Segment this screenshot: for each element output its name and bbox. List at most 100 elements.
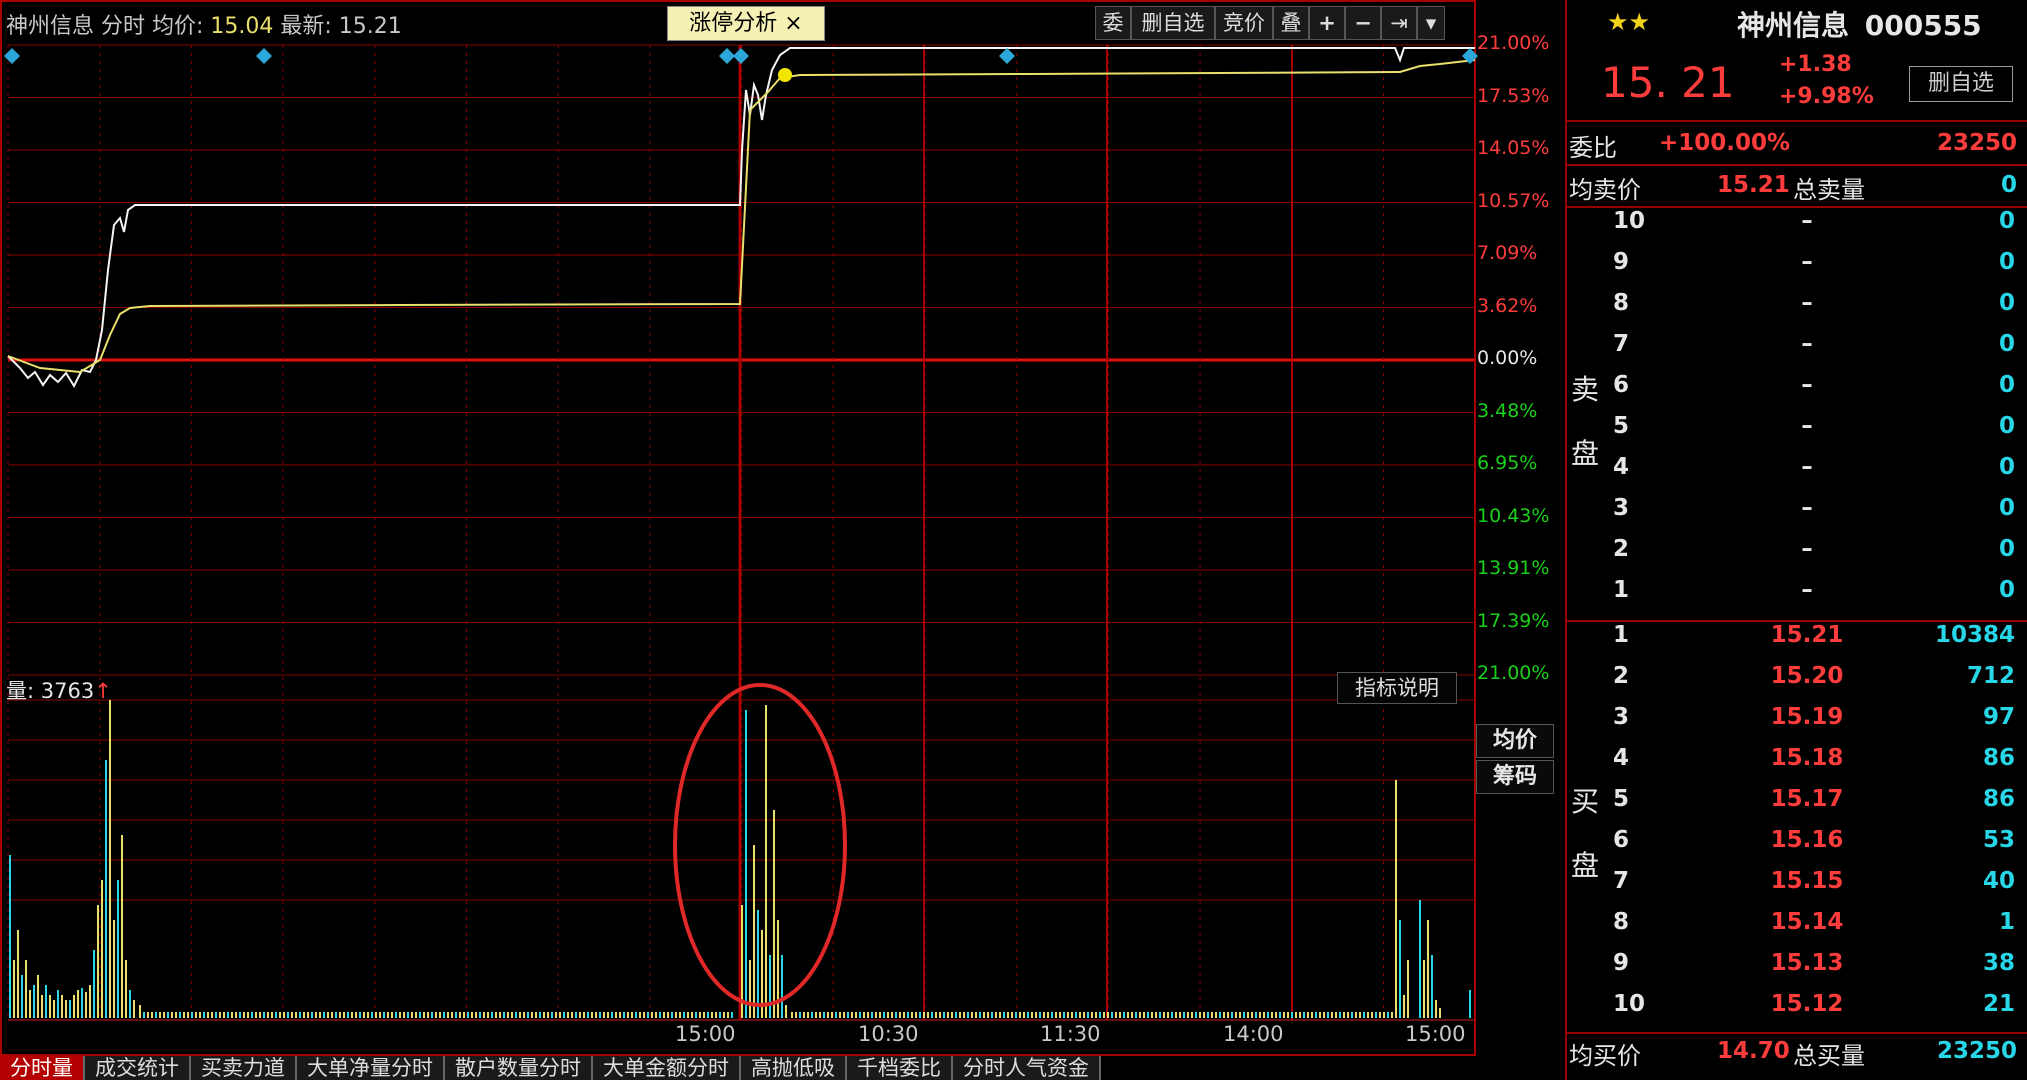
order-level: 5: [1613, 786, 1630, 812]
order-price: –: [1801, 372, 1813, 398]
price-axis-label: 17.53%: [1477, 84, 1550, 107]
stock-name-code: 神州信息 000555: [1737, 4, 1982, 44]
price-axis-label: 10.57%: [1477, 189, 1550, 212]
order-volume: 1: [1998, 909, 2015, 935]
time-label: 10:30: [858, 1022, 919, 1046]
order-book-row[interactable]: 4 – 0: [1607, 454, 2027, 495]
order-level: 4: [1613, 454, 1630, 480]
weibi-diff: 23250: [1936, 130, 2017, 156]
order-book-row[interactable]: 1 – 0: [1607, 577, 2027, 618]
order-volume: 0: [1998, 249, 2015, 275]
order-book-row[interactable]: 3 – 0: [1607, 495, 2027, 536]
remove-favorite-button[interactable]: 删自选: [1909, 66, 2013, 102]
order-price: 15.20: [1770, 663, 1844, 689]
chips-button[interactable]: 筹码: [1476, 760, 1554, 794]
order-book-row[interactable]: 3 15.19 97: [1607, 704, 2027, 745]
order-level: 8: [1613, 290, 1630, 316]
order-book-row[interactable]: 9 – 0: [1607, 249, 2027, 290]
order-book-row[interactable]: 6 15.16 53: [1607, 827, 2027, 868]
sell-side-label: 卖盘: [1571, 373, 1600, 470]
order-price: –: [1801, 208, 1813, 234]
weibi-value: +100.00%: [1659, 130, 1791, 156]
stock-code: 000555: [1864, 9, 1982, 42]
order-price: 15.14: [1770, 909, 1844, 935]
order-volume: 86: [1982, 786, 2015, 812]
order-level: 7: [1613, 868, 1630, 894]
order-volume: 38: [1982, 950, 2015, 976]
order-book-row[interactable]: 1 15.21 10384: [1607, 622, 2027, 663]
order-book-row[interactable]: 7 – 0: [1607, 331, 2027, 372]
last-price: 15. 21: [1601, 58, 1735, 107]
rating-stars-icon: ★★: [1607, 8, 1651, 36]
indicator-description-button[interactable]: 指标说明: [1337, 672, 1457, 704]
dropdown-icon[interactable]: ▾: [1417, 6, 1445, 40]
avg-price-button[interactable]: 均价: [1476, 724, 1554, 758]
tab-buy-sell-force[interactable]: 买卖力道: [191, 1056, 297, 1080]
order-level: 6: [1613, 827, 1630, 853]
event-marker-icon: [733, 48, 749, 64]
tab-trade-stats[interactable]: 成交统计: [85, 1056, 191, 1080]
order-volume: 40: [1982, 868, 2015, 894]
stock-name: 神州信息: [1737, 9, 1850, 42]
tab-volume[interactable]: 分时量: [0, 1056, 85, 1080]
order-volume: 86: [1982, 745, 2015, 771]
jump-end-icon[interactable]: ⇥: [1381, 6, 1417, 40]
zoom-in-icon[interactable]: +: [1309, 6, 1345, 40]
toolbar-remove-favorite-button[interactable]: 删自选: [1131, 6, 1215, 40]
order-volume: 0: [1998, 454, 2015, 480]
order-book-row[interactable]: 8 15.14 1: [1607, 909, 2027, 950]
order-book-row[interactable]: 8 – 0: [1607, 290, 2027, 331]
limit-up-analysis-tab[interactable]: 涨停分析 ×: [667, 6, 825, 41]
order-volume: 0: [1998, 536, 2015, 562]
event-marker-icon: [256, 48, 272, 64]
order-book-row[interactable]: 5 15.17 86: [1607, 786, 2027, 827]
order-volume: 712: [1966, 663, 2015, 689]
total-buy-value: 23250: [1936, 1038, 2017, 1064]
order-book-row[interactable]: 6 – 0: [1607, 372, 2027, 413]
tab-popularity-funds[interactable]: 分时人气资金: [953, 1056, 1101, 1080]
chart-title: 神州信息 分时 均价: 15.04 最新: 15.21: [6, 8, 402, 40]
tab-big-order-amount[interactable]: 大单金额分时: [593, 1056, 741, 1080]
toolbar-auction-button[interactable]: 竞价: [1215, 6, 1273, 40]
order-book-row[interactable]: 9 15.13 38: [1607, 950, 2027, 991]
order-volume: 53: [1982, 827, 2015, 853]
bottom-tab-bar: 分时量 成交统计 买卖力道 大单净量分时 散户数量分时 大单金额分时 高抛低吸 千档委比 分时人…: [0, 1056, 1565, 1080]
price-axis-label: 21.00%: [1477, 32, 1550, 54]
toolbar-wei-button[interactable]: 委: [1095, 6, 1131, 40]
order-book-row[interactable]: 4 15.18 86: [1607, 745, 2027, 786]
order-price: –: [1801, 413, 1813, 439]
price-axis-label: 10.43%: [1477, 504, 1550, 527]
order-book-row[interactable]: 2 – 0: [1607, 536, 2027, 577]
quote-panel: ★★ 神州信息 000555 15. 21 +1.38 +9.98% 删自选 委…: [1565, 0, 2027, 1080]
price-axis-label: 14.05%: [1477, 137, 1550, 159]
order-price: 15.17: [1770, 786, 1844, 812]
toolbar-overlay-button[interactable]: 叠: [1273, 6, 1309, 40]
avg-price-value: 15.04: [210, 14, 274, 39]
price-change-pct: +9.98%: [1779, 84, 1874, 109]
order-price: –: [1801, 331, 1813, 357]
order-volume: 0: [1998, 577, 2015, 603]
tab-high-sell-low-buy[interactable]: 高抛低吸: [741, 1056, 847, 1080]
order-price: –: [1801, 577, 1813, 603]
order-book-row[interactable]: 10 15.12 21: [1607, 991, 2027, 1032]
zoom-out-icon[interactable]: −: [1345, 6, 1381, 40]
intraday-chart-svg[interactable]: [0, 0, 1565, 1080]
time-label: 14:00: [1223, 1022, 1284, 1046]
order-level: 10: [1613, 991, 1646, 1017]
order-level: 9: [1613, 249, 1630, 275]
order-level: 3: [1613, 704, 1630, 730]
tab-thousand-level-ratio[interactable]: 千档委比: [847, 1056, 953, 1080]
order-book-row[interactable]: 7 15.15 40: [1607, 868, 2027, 909]
chart-border: [0, 0, 1476, 1056]
total-sell-label: 总卖量: [1793, 176, 1865, 204]
order-book-row[interactable]: 10 – 0: [1607, 208, 2027, 249]
order-book-row[interactable]: 5 – 0: [1607, 413, 2027, 454]
order-book-row[interactable]: 2 15.20 712: [1607, 663, 2027, 704]
intraday-chart-area[interactable]: 神州信息 分时 均价: 15.04 最新: 15.21 涨停分析 × 委 删自选…: [0, 0, 1565, 1080]
order-volume: 0: [1998, 495, 2015, 521]
order-price: –: [1801, 454, 1813, 480]
tab-big-order-net[interactable]: 大单净量分时: [297, 1056, 445, 1080]
up-arrow-icon: ↑: [94, 679, 112, 703]
price-axis-label: 0.00%: [1477, 347, 1538, 369]
tab-retail-count[interactable]: 散户数量分时: [445, 1056, 593, 1080]
